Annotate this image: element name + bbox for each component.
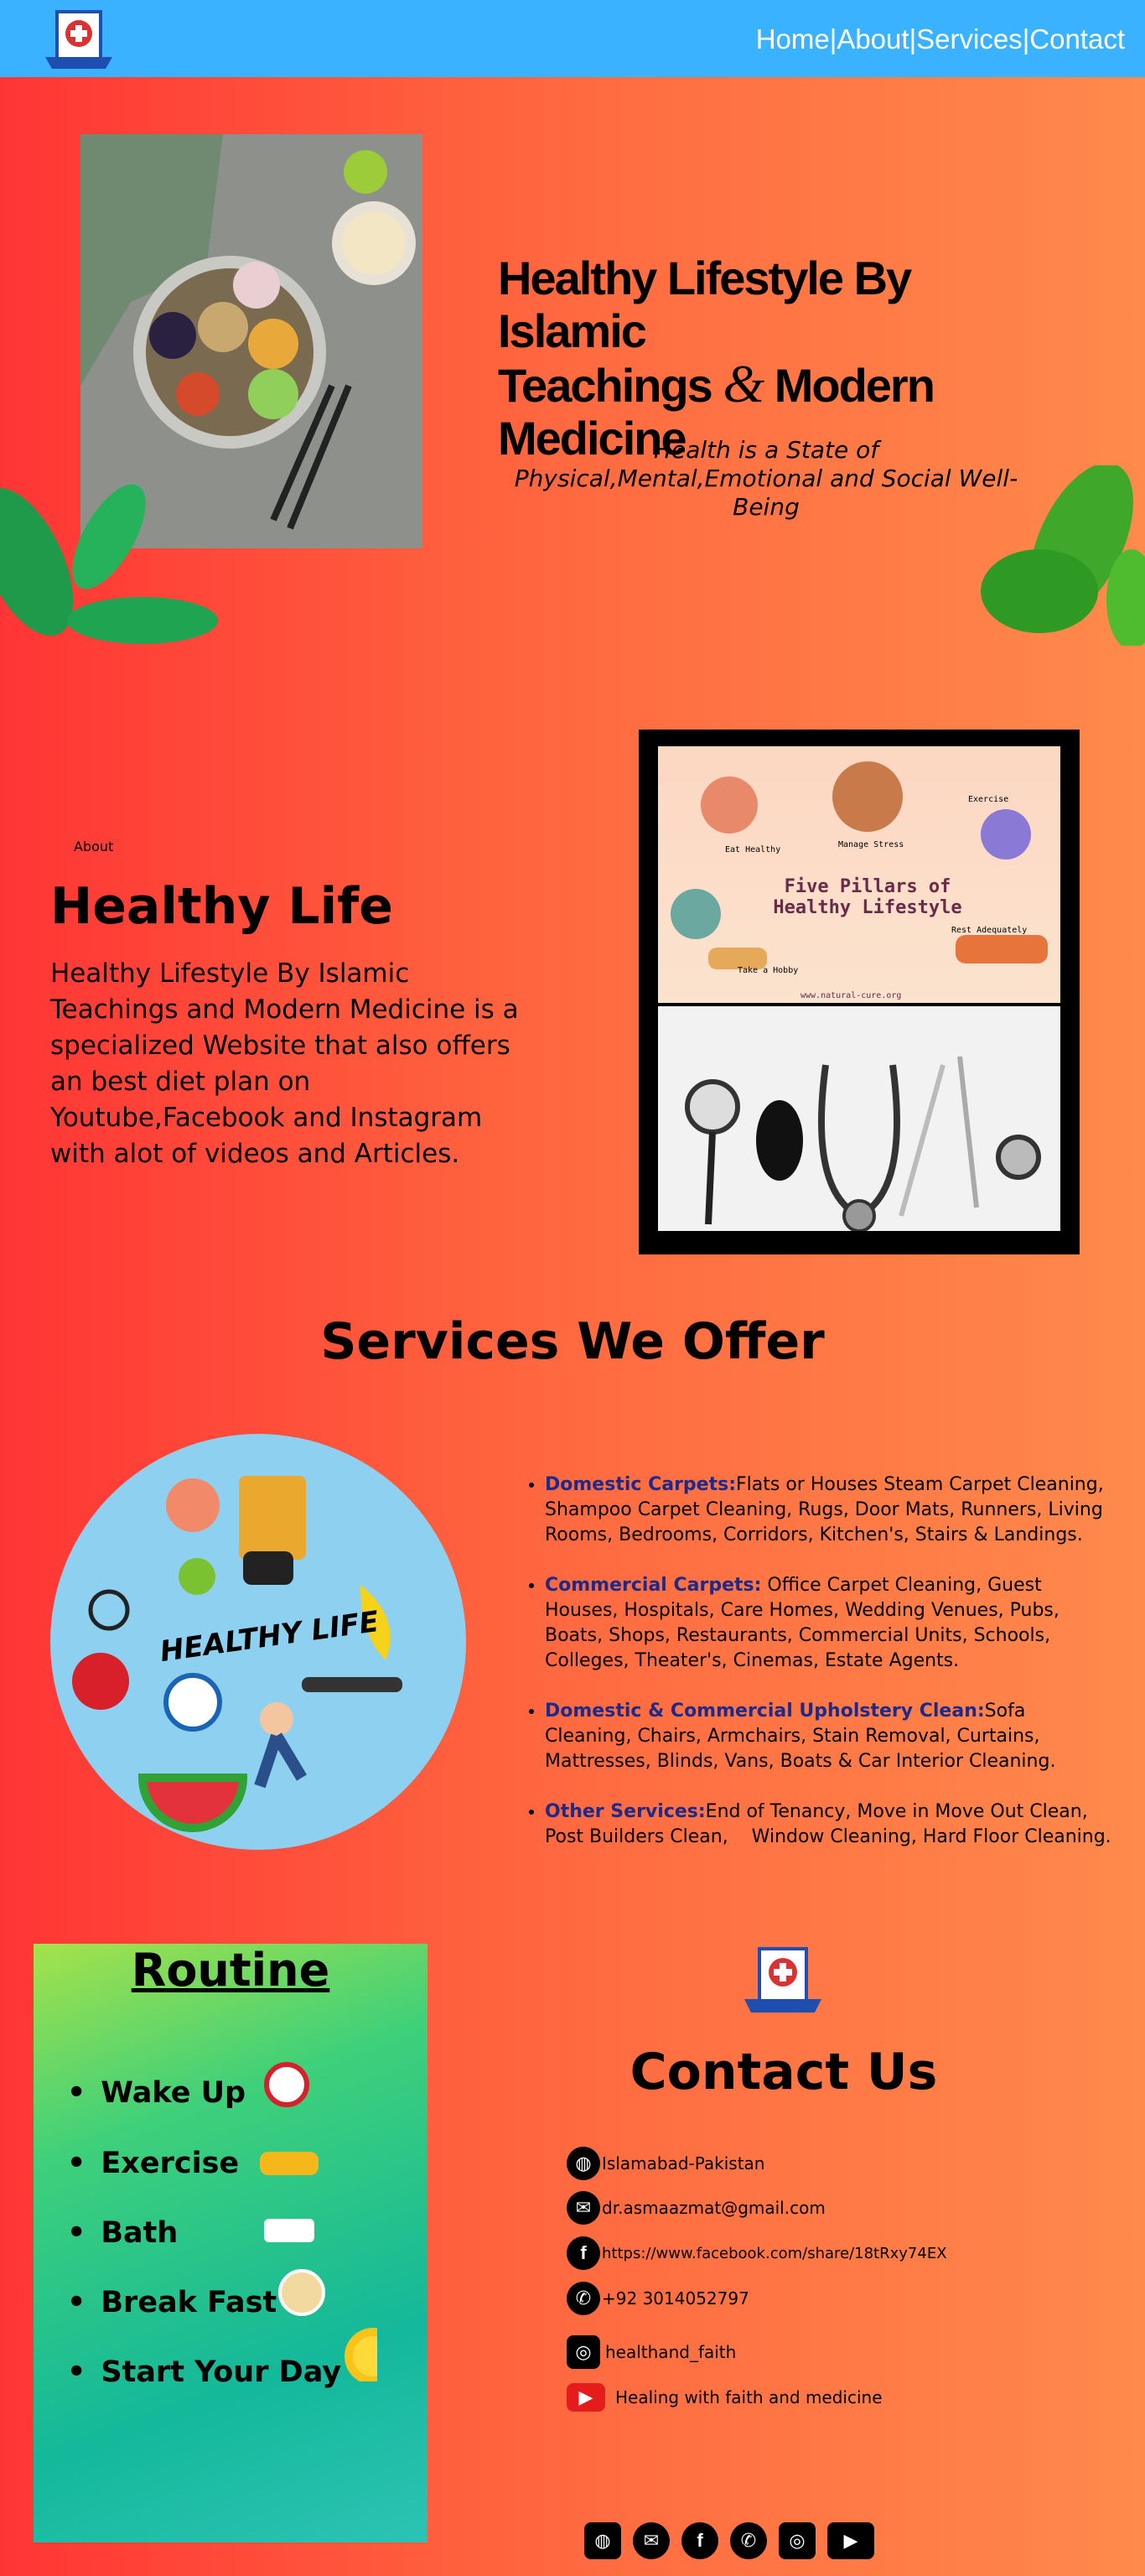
contact-email[interactable]: ✉ dr.asmaazmat@gmail.com — [567, 2191, 826, 2225]
health-care-logo — [744, 1947, 821, 2012]
globe-icon[interactable]: ◍ — [584, 2522, 621, 2559]
instagram-icon[interactable]: ◎ — [779, 2522, 816, 2559]
service-name: Other Services: — [545, 1801, 706, 1822]
routine-icons — [260, 2062, 377, 2381]
poster-title: Five Pillars of Healthy Lifestyle — [773, 876, 962, 918]
nav-about[interactable]: About — [837, 23, 909, 55]
facebook-icon[interactable]: f — [681, 2522, 718, 2559]
contact-youtube[interactable]: ▶ Healing with faith and medicine — [567, 2383, 883, 2412]
about-title: Healthy Life — [50, 877, 393, 936]
service-name: Commercial Carpets: — [545, 1575, 762, 1596]
leaf-decoration-left — [0, 484, 218, 644]
mail-icon: ✉ — [567, 2191, 600, 2225]
youtube-icon[interactable]: ▶ — [827, 2522, 874, 2559]
contact-phone[interactable]: ✆ +92 3014052797 — [567, 2282, 749, 2315]
nav-home[interactable]: Home — [756, 23, 830, 55]
facebook-icon: f — [567, 2236, 600, 2270]
service-name: Domestic Carpets: — [545, 1474, 736, 1495]
hero-title-line: Healthy Lifestyle By Islamic — [498, 252, 912, 357]
phone-icon[interactable]: ✆ — [730, 2522, 767, 2559]
poster-label: Manage Stress — [838, 840, 904, 849]
service-item: Commercial Carpets: Office Carpet Cleani… — [545, 1573, 1117, 1674]
poster-url: www.natural-cure.org — [800, 991, 902, 1000]
phone-icon: ✆ — [567, 2282, 600, 2315]
poster-label: Exercise — [968, 795, 1009, 804]
medical-instruments-image — [658, 1006, 1060, 1231]
service-item: Domestic Carpets:Flats or Houses Steam C… — [545, 1472, 1117, 1548]
nav-services[interactable]: Services — [916, 23, 1023, 55]
routine-item: Wake Up — [67, 2076, 246, 2110]
ampersand: & — [723, 354, 764, 413]
routine-item: Bath — [67, 2216, 178, 2250]
about-tag: About — [74, 839, 114, 854]
hero-subtitle: Health is a State of Physical,Mental,Emo… — [514, 436, 1018, 521]
contact-title: Contact Us — [629, 2043, 938, 2101]
services-title: Services We Offer — [320, 1312, 825, 1371]
nav-separator: | — [829, 23, 837, 55]
main-nav: Home | About | Services | Contact — [756, 23, 1125, 55]
health-care-logo[interactable] — [39, 8, 119, 72]
healthy-life-circle: HEALTHY LIFE — [50, 1434, 466, 1850]
poster-label: Rest Adequately — [951, 926, 1028, 935]
instagram-icon: ◎ — [567, 2335, 600, 2369]
hero-title: Healthy Lifestyle By Islamic Teachings &… — [498, 252, 1068, 465]
service-item: Domestic & Commercial Upholstery Clean:S… — [545, 1699, 1117, 1774]
routine-item: Exercise — [67, 2147, 239, 2180]
contact-location: ◍ Islamabad-Pakistan — [567, 2147, 764, 2180]
contact-facebook[interactable]: f https://www.facebook.com/share/18tRxy74… — [567, 2236, 947, 2270]
globe-icon: ◍ — [567, 2147, 600, 2180]
five-pillars-poster: Eat Healthy Manage Stress Exercise Take … — [658, 746, 1060, 1003]
nav-separator: | — [1022, 23, 1030, 55]
service-name: Domestic & Commercial Upholstery Clean: — [545, 1701, 985, 1722]
service-item: Other Services:End of Tenancy, Move in M… — [545, 1800, 1117, 1850]
nav-contact[interactable]: Contact — [1029, 23, 1125, 55]
hero-title-line: Teachings & Modern — [498, 354, 935, 413]
youtube-icon: ▶ — [567, 2383, 605, 2412]
about-text: Healthy Lifestyle By Islamic Teachings a… — [50, 958, 519, 1169]
routine-title: Routine — [131, 1944, 330, 1997]
poster-label: Eat Healthy — [725, 845, 781, 854]
services-list: Domestic Carpets:Flats or Houses Steam C… — [530, 1472, 1117, 1875]
poster-illustrations — [671, 761, 1048, 969]
mail-icon[interactable]: ✉ — [633, 2522, 670, 2559]
nav-separator: | — [909, 23, 917, 55]
poster-label: Take a Hobby — [738, 966, 799, 975]
footer-social-icons: ◍ ✉ f ✆ ◎ ▶ — [584, 2522, 876, 2559]
contact-instagram[interactable]: ◎ healthand_faith — [567, 2335, 736, 2369]
routine-item: Break Fast — [67, 2286, 277, 2319]
